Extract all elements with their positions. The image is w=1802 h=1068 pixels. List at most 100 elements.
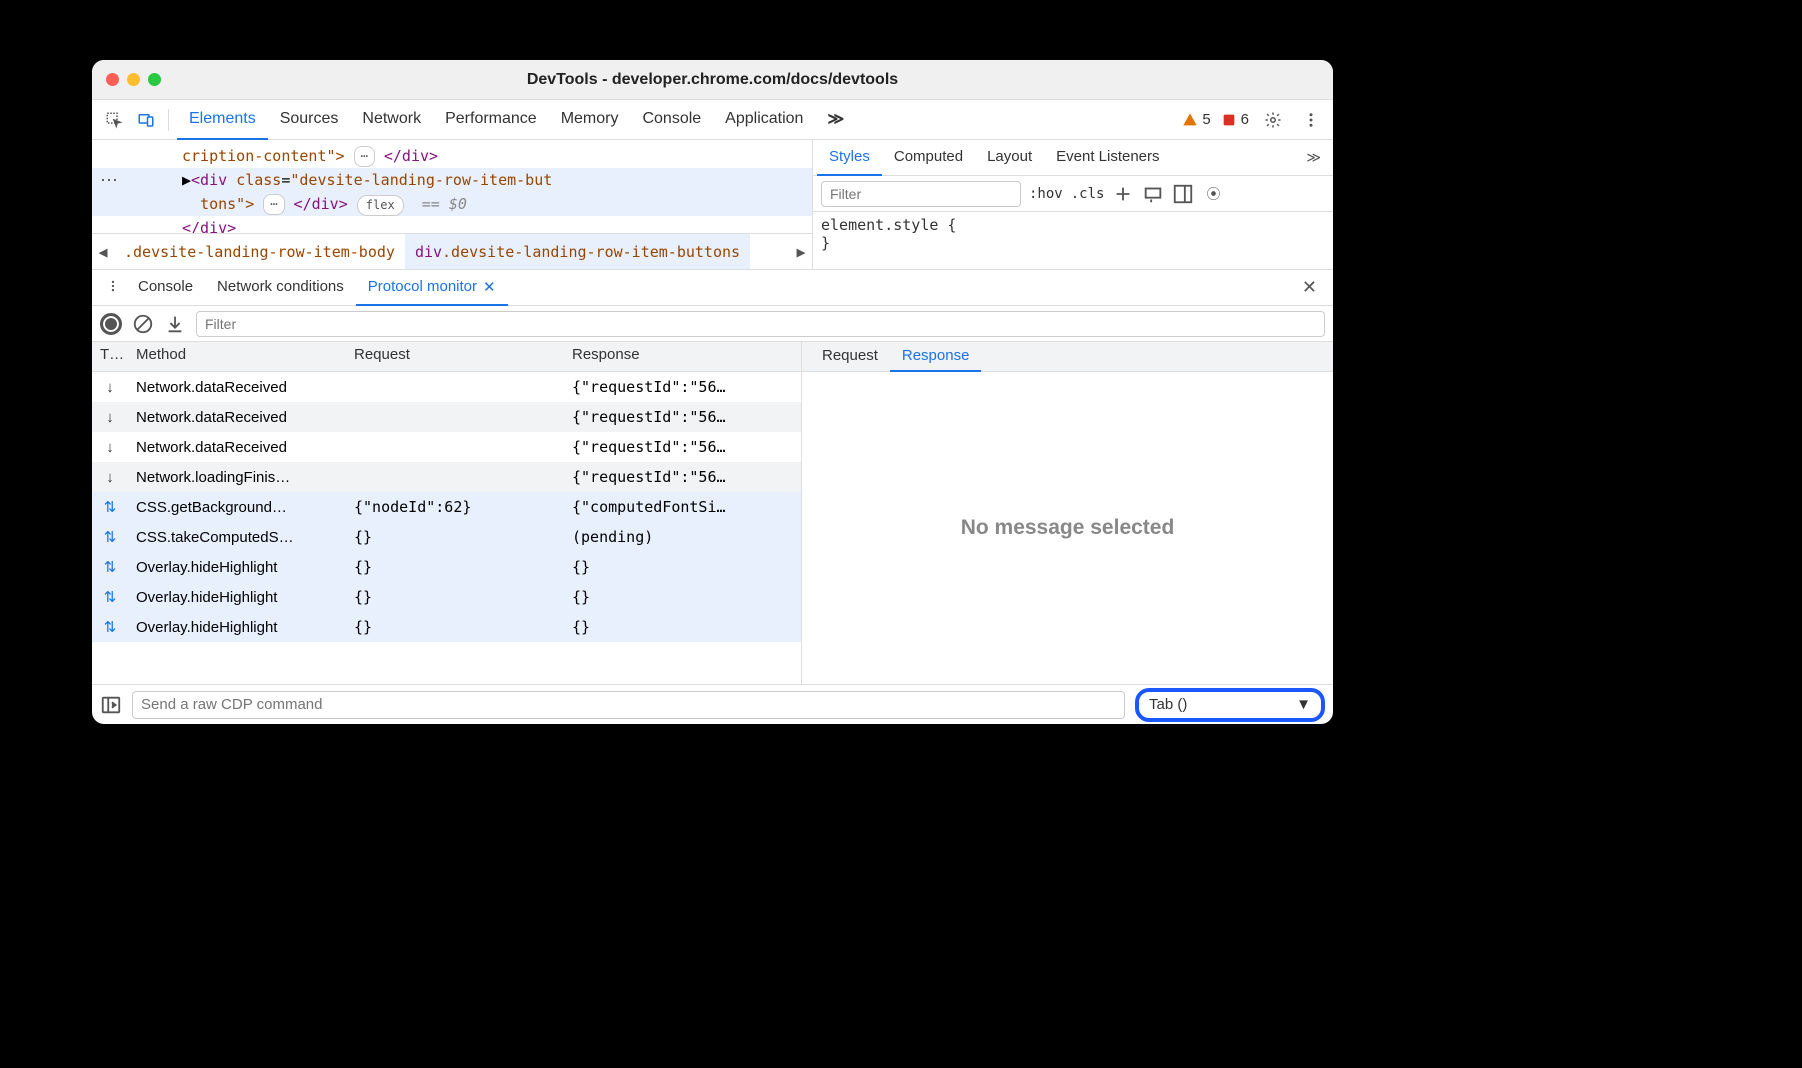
clear-icon[interactable] (132, 313, 154, 335)
issues-error-badge[interactable]: 6 (1221, 111, 1249, 128)
table-row[interactable]: ↓Network.loadingFinis… {"requestId":"56… (92, 462, 801, 492)
cell-method: CSS.getBackground… (128, 495, 346, 520)
dom-line: cription-content"> ⋯ </div> (182, 144, 794, 168)
table-row[interactable]: ↓Network.dataReceived{"requestId":"56… (92, 402, 801, 432)
protocol-detail: Request Response No message selected (802, 342, 1333, 684)
col-type[interactable]: T… (92, 342, 128, 371)
minimize-window-button[interactable] (127, 73, 140, 86)
table-row[interactable]: ⇅CSS.takeComputedS…{}(pending) (92, 522, 801, 552)
cell-response: {"requestId":"56… (564, 434, 801, 460)
dom-tree[interactable]: cription-content"> ⋯ </div> ▶<div class=… (92, 140, 812, 240)
tab-computed[interactable]: Computed (882, 140, 975, 176)
cell-request: {} (346, 584, 564, 610)
main-toolbar: Elements Sources Network Performance Mem… (92, 100, 1333, 140)
elements-panel: ⋯ cription-content"> ⋯ </div> ▶<div clas… (92, 140, 812, 269)
tab-event-listeners[interactable]: Event Listeners (1044, 140, 1171, 176)
cdp-command-input[interactable] (132, 691, 1125, 719)
cell-request: {} (346, 614, 564, 640)
cell-response: {"requestId":"56… (564, 374, 801, 400)
command-bar: Tab () ▼ (92, 684, 1333, 724)
cell-method: Network.dataReceived (128, 375, 346, 400)
cls-toggle[interactable]: .cls (1071, 186, 1105, 202)
drawer-tab-network-conditions[interactable]: Network conditions (205, 270, 356, 306)
left-panel-icon[interactable] (100, 694, 122, 716)
protocol-toolbar (92, 306, 1333, 342)
target-select[interactable]: Tab () ▼ (1135, 688, 1325, 722)
flexbox-editor-icon[interactable] (1142, 183, 1164, 205)
detail-tab-request[interactable]: Request (810, 342, 890, 372)
breadcrumb-scroll-left-icon[interactable]: ◀ (92, 234, 114, 269)
flex-badge[interactable]: flex (357, 195, 404, 216)
col-request[interactable]: Request (346, 342, 564, 371)
maximize-window-button[interactable] (148, 73, 161, 86)
direction-icon: ↓ (92, 465, 128, 490)
table-row[interactable]: ⇅Overlay.hideHighlight{}{} (92, 582, 801, 612)
breadcrumb-scroll-right-icon[interactable]: ▶ (790, 234, 812, 269)
tab-layout[interactable]: Layout (975, 140, 1044, 176)
drawer-tab-console[interactable]: Console (126, 270, 205, 306)
collapsed-ancestors-icon[interactable]: ⋯ (100, 170, 119, 191)
tab-network[interactable]: Network (350, 100, 433, 140)
device-toolbar-icon[interactable] (132, 106, 160, 134)
table-row[interactable]: ⇅Overlay.hideHighlight{}{} (92, 612, 801, 642)
empty-message: No message selected (802, 372, 1333, 684)
styles-controls: :hov .cls ⦿ (813, 176, 1333, 212)
collapsed-content-icon[interactable]: ⋯ (263, 194, 284, 215)
styles-body[interactable]: element.style { } (813, 212, 1333, 269)
table-row[interactable]: ↓Network.dataReceived{"requestId":"56… (92, 372, 801, 402)
cell-method: Overlay.hideHighlight (128, 585, 346, 610)
direction-icon: ⇅ (92, 614, 128, 640)
drawer-tabs: Console Network conditions Protocol moni… (92, 270, 1333, 306)
table-rows: ↓Network.dataReceived{"requestId":"56…↓N… (92, 372, 801, 684)
breadcrumb-item-active[interactable]: div.devsite-landing-row-item-buttons (405, 234, 750, 269)
toolbar-right: 5 6 (1182, 106, 1325, 134)
collapsed-content-icon[interactable]: ⋯ (354, 146, 375, 167)
error-count: 6 (1241, 111, 1249, 128)
more-tabs-icon[interactable]: ≫ (1298, 149, 1329, 166)
settings-gear-icon[interactable] (1259, 106, 1287, 134)
cell-method: Network.loadingFinis… (128, 465, 346, 490)
close-window-button[interactable] (106, 73, 119, 86)
drawer-kebab-icon[interactable] (100, 279, 126, 296)
cell-request: {} (346, 524, 564, 550)
new-style-rule-icon[interactable] (1112, 183, 1134, 205)
upper-split: ⋯ cription-content"> ⋯ </div> ▶<div clas… (92, 140, 1333, 270)
tab-sources[interactable]: Sources (268, 100, 351, 140)
element-style-close: } (821, 234, 1325, 252)
main-tabs: Elements Sources Network Performance Mem… (177, 100, 1178, 140)
issues-warning-badge[interactable]: 5 (1182, 111, 1210, 128)
col-response[interactable]: Response (564, 342, 801, 371)
cell-method: Overlay.hideHighlight (128, 555, 346, 580)
record-button[interactable] (100, 313, 122, 335)
detail-tab-response[interactable]: Response (890, 342, 982, 372)
cell-response: {"requestId":"56… (564, 464, 801, 490)
kebab-menu-icon[interactable] (1297, 106, 1325, 134)
protocol-filter-input[interactable] (196, 311, 1325, 337)
styles-filter-input[interactable] (821, 181, 1021, 207)
hov-toggle[interactable]: :hov (1029, 186, 1063, 202)
chevron-down-icon: ▼ (1296, 696, 1311, 713)
inspect-element-icon[interactable] (100, 106, 128, 134)
tab-application[interactable]: Application (713, 100, 815, 140)
tab-performance[interactable]: Performance (433, 100, 549, 140)
tab-memory[interactable]: Memory (549, 100, 631, 140)
breadcrumb-item[interactable]: .devsite-landing-row-item-body (114, 234, 405, 269)
tab-elements[interactable]: Elements (177, 100, 268, 140)
table-row[interactable]: ↓Network.dataReceived{"requestId":"56… (92, 432, 801, 462)
cell-response: {"requestId":"56… (564, 404, 801, 430)
protocol-body: T… Method Request Response ↓Network.data… (92, 342, 1333, 684)
save-icon[interactable] (164, 313, 186, 335)
tab-styles[interactable]: Styles (817, 140, 882, 176)
computed-sidebar-icon[interactable] (1172, 183, 1194, 205)
table-row[interactable]: ⇅CSS.getBackground…{"nodeId":62}{"comput… (92, 492, 801, 522)
direction-icon: ↓ (92, 405, 128, 430)
more-tabs-icon[interactable]: ≫ (815, 100, 856, 140)
drawer-tab-protocol-monitor[interactable]: Protocol monitor ✕ (356, 270, 508, 306)
close-drawer-icon[interactable]: ✕ (1294, 277, 1325, 298)
table-row[interactable]: ⇅Overlay.hideHighlight{}{} (92, 552, 801, 582)
close-tab-icon[interactable]: ✕ (483, 278, 496, 296)
col-method[interactable]: Method (128, 342, 346, 371)
window-title: DevTools - developer.chrome.com/docs/dev… (92, 71, 1333, 89)
tab-console[interactable]: Console (630, 100, 713, 140)
rendering-emulations-icon[interactable]: ⦿ (1202, 183, 1224, 205)
